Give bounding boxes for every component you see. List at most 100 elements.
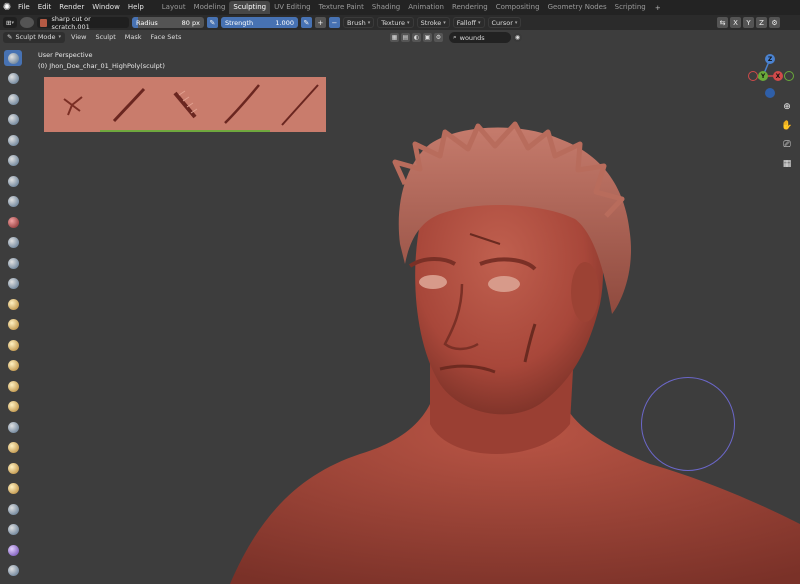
brush-selector[interactable]: sharp cut or scratch.001	[36, 15, 129, 31]
menu-file[interactable]: File	[14, 0, 34, 15]
eye-icon[interactable]: ◉	[513, 33, 522, 42]
strength-pressure-icon[interactable]: ✎	[300, 17, 312, 28]
options-icon[interactable]: ⚙	[769, 17, 780, 28]
boundary-tool[interactable]	[4, 522, 22, 538]
tab-sculpting[interactable]: Sculpting	[229, 1, 271, 14]
add-workspace-button[interactable]: +	[652, 2, 664, 14]
camera-icon[interactable]: ⎚	[780, 138, 794, 152]
tab-layout[interactable]: Layout	[158, 1, 190, 14]
header-menu-mask[interactable]: Mask	[122, 33, 145, 41]
menu-help[interactable]: Help	[124, 0, 148, 15]
radius-pressure-icon[interactable]: ✎	[206, 17, 218, 28]
tab-compositing[interactable]: Compositing	[492, 1, 544, 14]
gizmo-z-axis[interactable]: Z	[765, 54, 775, 64]
image-icon[interactable]: ▣	[423, 33, 432, 42]
axis-lock-z[interactable]: Z	[756, 17, 767, 28]
brush-thumbnail-4[interactable]	[213, 77, 270, 132]
subtract-direction-button[interactable]: −	[328, 17, 340, 28]
brush-thumbnail-5[interactable]	[269, 77, 326, 132]
gizmo-y-axis[interactable]: Y	[758, 71, 768, 81]
blob-tool[interactable]	[4, 194, 22, 210]
navigation-gizmo[interactable]: Z X Y	[744, 50, 800, 106]
mode-dropdown[interactable]: ✎ Sculpt Mode ▾	[3, 31, 66, 43]
tab-rendering[interactable]: Rendering	[448, 1, 492, 14]
editor-type-dropdown[interactable]: ⊞ ▾	[3, 17, 17, 28]
stroke-dropdown[interactable]: Stroke ▾	[416, 17, 450, 28]
texture-dropdown[interactable]: Texture ▾	[377, 17, 414, 28]
tab-geometry-nodes[interactable]: Geometry Nodes	[544, 1, 611, 14]
blender-logo-icon[interactable]: ✺	[0, 0, 14, 15]
scrape-tool[interactable]	[4, 296, 22, 312]
nudge-tool[interactable]	[4, 460, 22, 476]
pan-hand-icon[interactable]: ✋	[780, 119, 794, 133]
inflate-tool[interactable]	[4, 173, 22, 189]
strength-slider[interactable]: Strength 1.000	[220, 17, 298, 28]
slide-relax-tool[interactable]	[4, 501, 22, 517]
brush-preview-icon[interactable]	[19, 17, 34, 28]
left-eye	[419, 275, 447, 289]
settings-icon[interactable]: ⚙	[434, 33, 443, 42]
brush-color-swatch	[39, 18, 48, 27]
brush-dropdown-label: Brush	[346, 18, 366, 27]
header-menu-sculpt[interactable]: Sculpt	[92, 33, 118, 41]
3d-viewport[interactable]: User Perspective (0) Jhon_Doe_char_01_Hi…	[0, 44, 800, 584]
multiplane-scrape-icon	[7, 319, 19, 330]
axis-lock-x[interactable]: X	[730, 17, 741, 28]
menu-render[interactable]: Render	[55, 0, 88, 15]
menu-window[interactable]: Window	[88, 0, 124, 15]
pinch-tool[interactable]	[4, 337, 22, 353]
falloff-dropdown[interactable]: Falloff ▾	[452, 17, 485, 28]
list-view-icon[interactable]: ▤	[401, 33, 410, 42]
elastic-deform-tool[interactable]	[4, 378, 22, 394]
layer-tool[interactable]	[4, 153, 22, 169]
gizmo-neg-x[interactable]	[748, 71, 758, 81]
thumb-tool[interactable]	[4, 419, 22, 435]
gizmo-neg-y[interactable]	[784, 71, 794, 81]
brush-thumbnail-3[interactable]	[156, 77, 214, 132]
radius-slider[interactable]: Radius 80 px	[131, 17, 204, 28]
clay-strips-tool[interactable]	[4, 112, 22, 128]
smooth-tool[interactable]	[4, 235, 22, 251]
gizmo-neg-z[interactable]	[765, 88, 775, 98]
tab-texture-paint[interactable]: Texture Paint	[315, 1, 368, 14]
brush-thumbnail-1[interactable]	[44, 77, 101, 132]
gizmo-x-axis[interactable]: X	[773, 71, 783, 81]
axis-lock-y[interactable]: Y	[743, 17, 754, 28]
search-input[interactable]: ⌕ wounds	[449, 32, 511, 43]
draw-sharp-tool[interactable]	[4, 71, 22, 87]
header-menu-view[interactable]: View	[68, 33, 89, 41]
clay-tool[interactable]	[4, 91, 22, 107]
zoom-icon[interactable]: ⊕	[780, 100, 794, 114]
add-direction-button[interactable]: +	[314, 17, 326, 28]
grid-perspective-icon[interactable]: ▦	[780, 157, 794, 171]
tab-scripting[interactable]: Scripting	[611, 1, 650, 14]
draw-tool[interactable]	[4, 50, 22, 66]
menu-edit[interactable]: Edit	[34, 0, 56, 15]
pose-tool[interactable]	[4, 440, 22, 456]
clay-thumb-tool[interactable]	[4, 132, 22, 148]
tab-uv-editing[interactable]: UV Editing	[270, 1, 315, 14]
cursor-dropdown[interactable]: Cursor ▾	[487, 17, 522, 28]
simplify-tool[interactable]	[4, 563, 22, 579]
grid-view-icon[interactable]: ▦	[390, 33, 399, 42]
flatten-tool[interactable]	[4, 255, 22, 271]
grab-tool[interactable]	[4, 358, 22, 374]
snake-hook-tool[interactable]	[4, 399, 22, 415]
tab-modeling[interactable]: Modeling	[190, 1, 230, 14]
material-icon[interactable]: ◐	[412, 33, 421, 42]
symmetry-icon[interactable]: ⇆	[717, 17, 728, 28]
tab-animation[interactable]: Animation	[404, 1, 448, 14]
crease-tool[interactable]	[4, 214, 22, 230]
fill-tool[interactable]	[4, 276, 22, 292]
header-menu-face-sets[interactable]: Face Sets	[148, 33, 185, 41]
rotate-icon	[7, 483, 19, 494]
tab-shading[interactable]: Shading	[368, 1, 404, 14]
brush-dropdown[interactable]: Brush ▾	[342, 17, 375, 28]
brush-thumbnail-2[interactable]	[100, 77, 157, 132]
chevron-down-icon: ▾	[443, 19, 446, 26]
viewport-info: User Perspective (0) Jhon_Doe_char_01_Hi…	[38, 50, 165, 72]
cloth-tool[interactable]	[4, 542, 22, 558]
multiplane-scrape-tool[interactable]	[4, 317, 22, 333]
stroke-dropdown-label: Stroke	[420, 18, 442, 27]
rotate-tool[interactable]	[4, 481, 22, 497]
